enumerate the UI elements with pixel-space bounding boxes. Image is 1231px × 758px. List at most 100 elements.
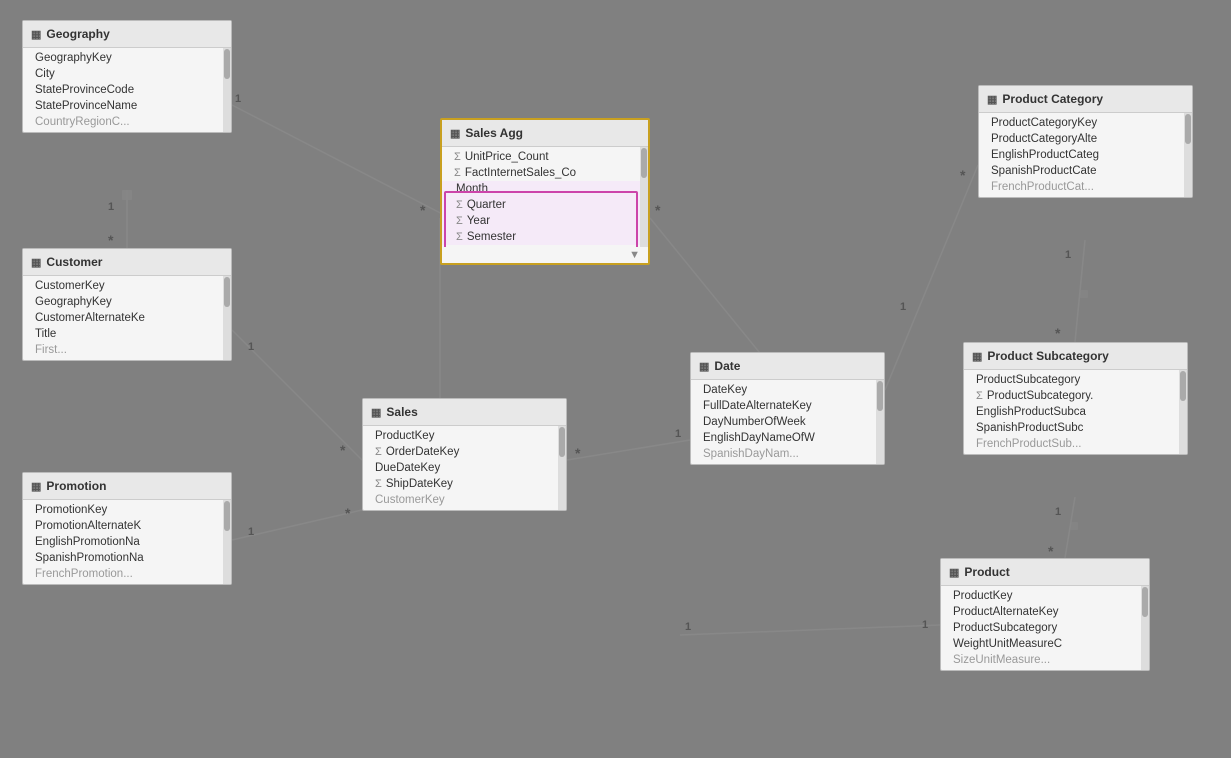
product-title: Product [964,565,1009,579]
sigma-icon: Σ [454,167,461,179]
field-row: FullDateAlternateKey [691,398,884,414]
sigma-icon: Σ [375,446,382,458]
field-row-month: Month [442,181,648,197]
field-row: Σ UnitPrice_Count [442,149,648,165]
field-row: EnglishPromotionNa [23,534,231,550]
field-row: ProductAlternateKey [941,604,1149,620]
svg-text:1: 1 [675,428,681,440]
svg-text:1: 1 [108,201,114,213]
field-row: WeightUnitMeasureC [941,636,1149,652]
date-header: ▦ Date [691,353,884,380]
sigma-icon: Σ [456,231,463,243]
svg-text:1: 1 [1055,506,1061,518]
sigma-icon: Σ [375,478,382,490]
svg-text:*: * [340,442,346,458]
field-row-semester: Σ Semester [442,229,648,245]
field-row: ProductSubcategory [941,620,1149,636]
field-row: GeographyKey [23,294,231,310]
field-row: First... [23,342,231,358]
field-row: Title [23,326,231,342]
sales-header: ▦ Sales [363,399,566,426]
table-icon-date: ▦ [699,360,709,373]
sigma-icon: Σ [456,199,463,211]
date-body: DateKey FullDateAlternateKey DayNumberOf… [691,380,884,464]
field-row: CustomerKey [363,492,566,508]
table-icon-geography: ▦ [31,28,41,41]
field-row: Σ FactInternetSales_Co [442,165,648,181]
table-customer: ▦ Customer CustomerKey GeographyKey Cust… [22,248,232,361]
sales-title: Sales [386,405,417,419]
field-row: FrenchPromotion... [23,566,231,582]
field-row: Σ ProductSubcategory. [964,388,1187,404]
customer-title: Customer [46,255,102,269]
table-icon-product-category: ▦ [987,93,997,106]
customer-header: ▦ Customer [23,249,231,276]
product-subcategory-title: Product Subcategory [987,349,1108,363]
svg-text:*: * [1048,543,1054,559]
svg-text:*: * [108,232,114,248]
geography-title: Geography [46,27,109,41]
field-row: SpanishPromotionNa [23,550,231,566]
product-category-title: Product Category [1002,92,1103,106]
product-category-body: ProductCategoryKey ProductCategoryAlte E… [979,113,1192,197]
product-subcategory-header: ▦ Product Subcategory [964,343,1187,370]
table-icon-product: ▦ [949,566,959,579]
scroll-indicator: ▼ [442,247,648,263]
table-product: ▦ Product ProductKey ProductAlternateKey… [940,558,1150,671]
field-row: ProductCategoryAlte [979,131,1192,147]
field-row: CountryRegionC... [23,114,231,130]
diagram-canvas: 1 * 1 * 1 * * 1 * * * 1 1 1 1 * 1 * [0,0,1231,758]
field-row: DateKey [691,382,884,398]
svg-text:1: 1 [248,341,254,353]
field-row: SizeUnitMeasure... [941,652,1149,668]
sigma-icon: Σ [454,151,461,163]
promotion-title: Promotion [46,479,106,493]
svg-text:*: * [345,505,351,521]
field-row: PromotionAlternateK [23,518,231,534]
svg-text:*: * [420,202,426,218]
svg-text:1: 1 [235,93,241,105]
table-sales: ▦ Sales ProductKey Σ OrderDateKey DueDat… [362,398,567,511]
field-row: ProductKey [941,588,1149,604]
field-row: FrenchProductSub... [964,436,1187,452]
table-icon-sales: ▦ [371,406,381,419]
svg-text:*: * [655,202,661,218]
field-row: CustomerKey [23,278,231,294]
field-row: SpanishDayNam... [691,446,884,462]
field-row: GeographyKey [23,50,231,66]
field-row: CustomerAlternateKe [23,310,231,326]
field-row: PromotionKey [23,502,231,518]
product-category-header: ▦ Product Category [979,86,1192,113]
field-row: FrenchProductCat... [979,179,1192,195]
product-subcategory-body: ProductSubcategory Σ ProductSubcategory.… [964,370,1187,454]
sigma-icon: Σ [976,390,983,402]
customer-body: CustomerKey GeographyKey CustomerAlterna… [23,276,231,360]
promotion-body: PromotionKey PromotionAlternateK English… [23,500,231,584]
field-row: City [23,66,231,82]
field-row: DayNumberOfWeek [691,414,884,430]
sales-agg-title: Sales Agg [465,126,523,140]
sales-agg-body: Σ UnitPrice_Count Σ FactInternetSales_Co… [442,147,648,247]
geography-header: ▦ Geography [23,21,231,48]
sales-body: ProductKey Σ OrderDateKey DueDateKey Σ S… [363,426,566,510]
svg-text:1: 1 [900,301,906,313]
table-product-subcategory: ▦ Product Subcategory ProductSubcategory… [963,342,1188,455]
field-row: ProductSubcategory [964,372,1187,388]
field-row: ProductCategoryKey [979,115,1192,131]
product-header: ▦ Product [941,559,1149,586]
field-row: StateProvinceCode [23,82,231,98]
field-row: Σ ShipDateKey [363,476,566,492]
svg-text:1: 1 [1065,249,1071,261]
date-title: Date [714,359,740,373]
svg-text:1: 1 [922,619,928,631]
field-row: Σ OrderDateKey [363,444,566,460]
table-promotion: ▦ Promotion PromotionKey PromotionAltern… [22,472,232,585]
promotion-header: ▦ Promotion [23,473,231,500]
table-geography: ▦ Geography GeographyKey City StateProvi… [22,20,232,133]
field-row: StateProvinceName [23,98,231,114]
table-icon-product-subcategory: ▦ [972,350,982,363]
table-sales-agg: ▦ Sales Agg Σ UnitPrice_Count Σ FactInte… [440,118,650,265]
table-icon-sales-agg: ▦ [450,127,460,140]
svg-text:1: 1 [248,526,254,538]
field-row: EnglishDayNameOfW [691,430,884,446]
